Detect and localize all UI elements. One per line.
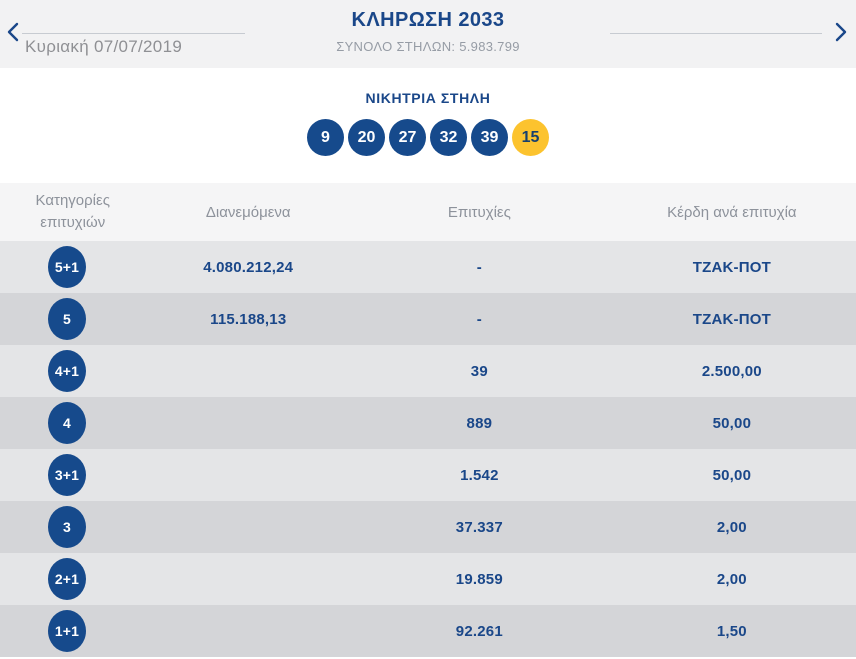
winners-cell: -	[476, 258, 482, 276]
prize-cell: 50,00	[712, 466, 752, 484]
table-row: 2+1 19.859 2,00	[0, 553, 856, 605]
category-badge: 4+1	[48, 350, 86, 392]
prize-results-table: Κατηγορίες επιτυχιών Διανεμόμενα Επιτυχί…	[0, 183, 856, 657]
winning-number-ball: 9	[307, 119, 344, 156]
category-badge: 1+1	[48, 610, 86, 652]
winning-number-ball: 39	[471, 119, 508, 156]
winning-number-ball: 32	[430, 119, 467, 156]
column-header-distributed: Διανεμόμενα	[205, 203, 291, 221]
winning-number-ball: 15	[512, 119, 549, 156]
category-badge: 2+1	[48, 558, 86, 600]
table-row: 1+1 92.261 1,50	[0, 605, 856, 657]
winners-cell: -	[476, 310, 482, 328]
category-badge: 4	[48, 402, 86, 444]
category-badge: 5	[48, 298, 86, 340]
column-header-prize: Κέρδη ανά επιτυχία	[667, 203, 797, 221]
prize-cell: ΤΖΑΚ-ΠΟΤ	[692, 258, 771, 276]
column-header-categories: Κατηγορίες επιτυχιών	[35, 191, 110, 232]
table-row: 5+1 4.080.212,24 - ΤΖΑΚ-ΠΟΤ	[0, 241, 856, 293]
prize-cell: 2,00	[716, 570, 747, 588]
draw-title: ΚΛΗΡΩΣΗ 2033	[351, 9, 505, 31]
winners-cell: 39	[470, 362, 488, 380]
winners-cell: 1.542	[460, 466, 499, 484]
prize-cell: 2,00	[716, 518, 747, 536]
column-header-winners: Επιτυχίες	[447, 203, 511, 221]
winners-cell: 889	[466, 414, 493, 432]
prize-cell: ΤΖΑΚ-ΠΟΤ	[692, 310, 771, 328]
winners-cell: 37.337	[455, 518, 503, 536]
header-divider-left	[22, 33, 245, 34]
winning-column-section: ΝΙΚΗΤΡΙΑ ΣΤΗΛΗ 9 20 27 32 39 15	[0, 68, 856, 183]
total-columns-label: ΣΥΝΟΛΟ ΣΤΗΛΩΝ: 5.983.799	[336, 39, 520, 54]
table-header-row: Κατηγορίες επιτυχιών Διανεμόμενα Επιτυχί…	[0, 183, 856, 241]
table-row: 5 115.188,13 - ΤΖΑΚ-ΠΟΤ	[0, 293, 856, 345]
winning-number-ball: 27	[389, 119, 426, 156]
distributed-cell: 115.188,13	[210, 310, 287, 328]
table-row: 4 889 50,00	[0, 397, 856, 449]
distributed-cell: 4.080.212,24	[203, 258, 294, 276]
prize-cell: 50,00	[712, 414, 752, 432]
draw-navigation-band: Κυριακή 07/07/2019 ΚΛΗΡΩΣΗ 2033 ΣΥΝΟΛΟ Σ…	[0, 0, 856, 68]
table-row: 3+1 1.542 50,00	[0, 449, 856, 501]
winners-cell: 92.261	[455, 622, 503, 640]
prize-cell: 2.500,00	[701, 362, 762, 380]
winners-cell: 19.859	[455, 570, 503, 588]
winning-column-heading: ΝΙΚΗΤΡΙΑ ΣΤΗΛΗ	[365, 90, 491, 106]
winning-number-ball: 20	[348, 119, 385, 156]
prize-cell: 1,50	[716, 622, 747, 640]
winning-numbers: 9 20 27 32 39 15	[0, 119, 856, 156]
category-badge: 3+1	[48, 454, 86, 496]
category-badge: 3	[48, 506, 86, 548]
next-draw-button[interactable]	[833, 22, 849, 42]
table-row: 4+1 39 2.500,00	[0, 345, 856, 397]
chevron-right-icon	[835, 22, 847, 42]
category-badge: 5+1	[48, 246, 86, 288]
table-row: 3 37.337 2,00	[0, 501, 856, 553]
header-divider-right	[610, 33, 822, 34]
